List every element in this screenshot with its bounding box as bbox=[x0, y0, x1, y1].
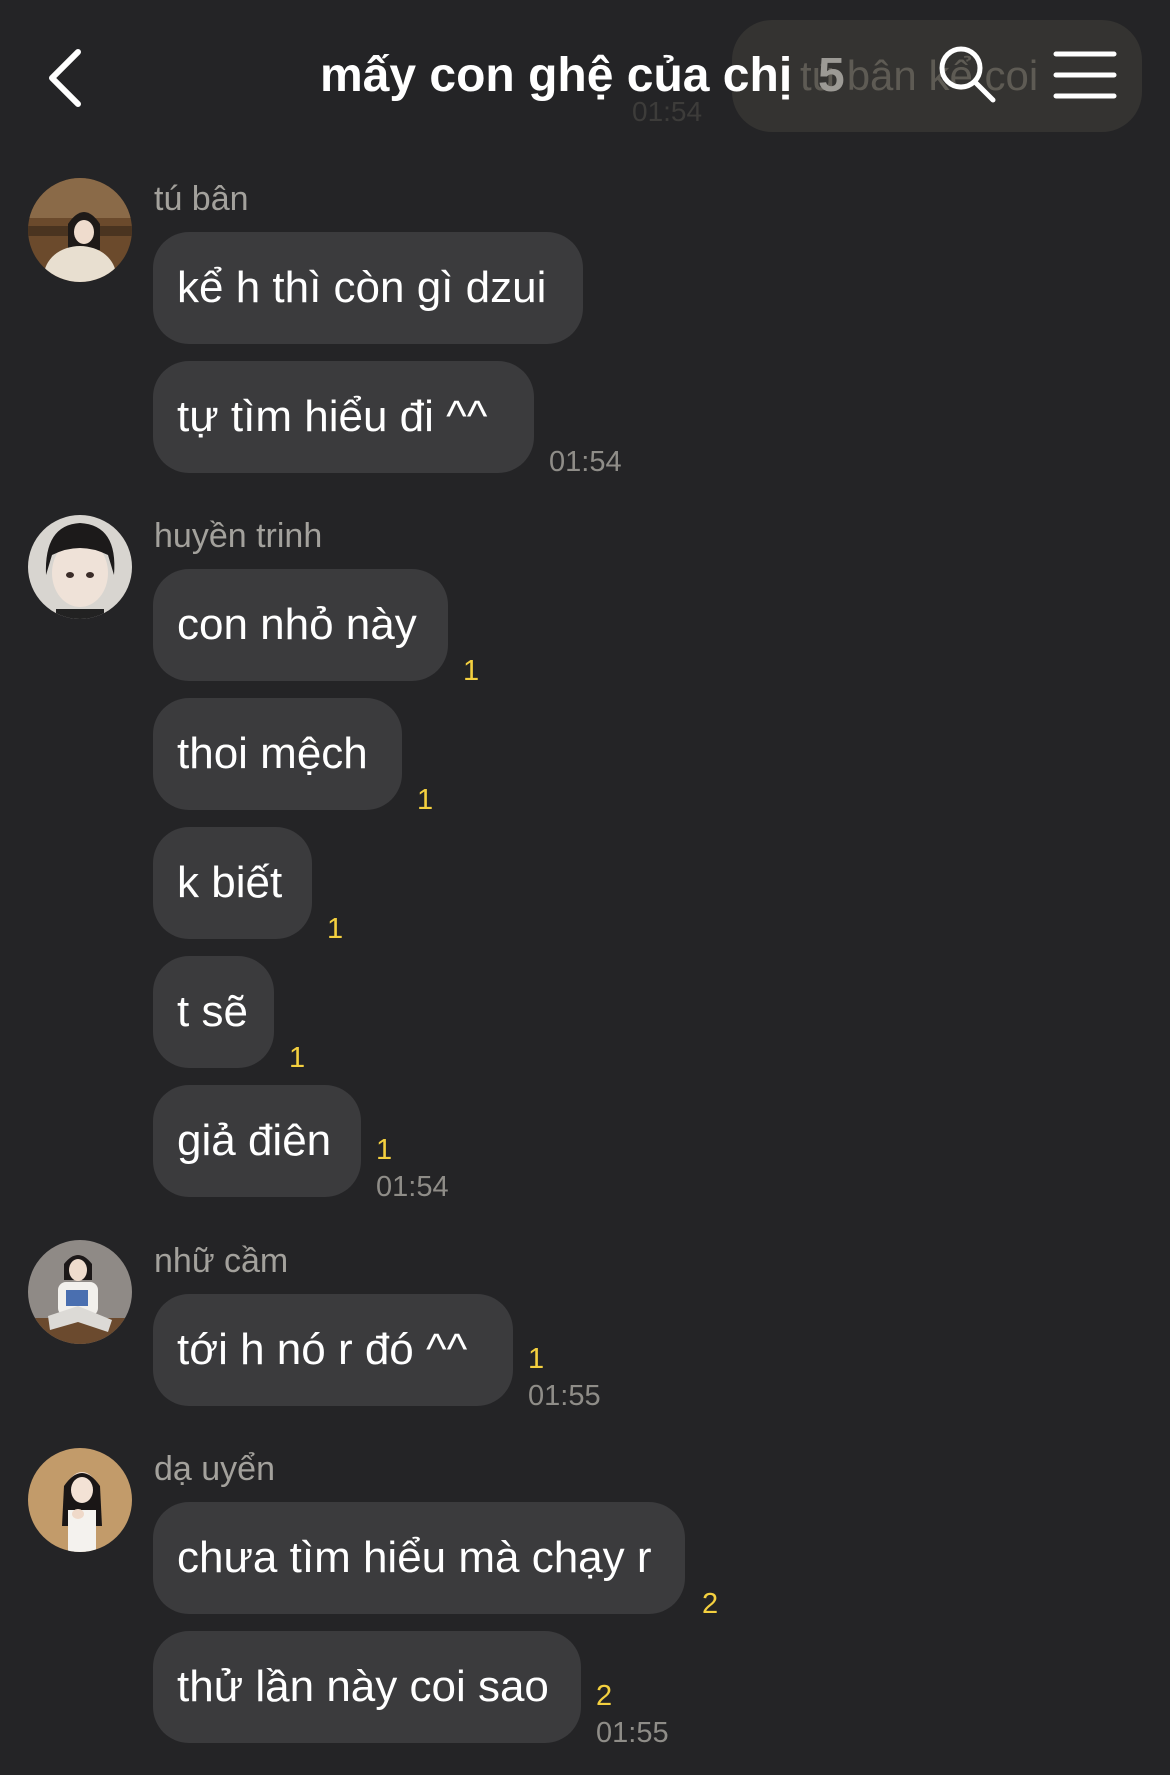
unread-count: 1 bbox=[463, 655, 480, 687]
unread-count: 2 bbox=[596, 1680, 613, 1712]
member-count: 5 bbox=[818, 49, 845, 102]
avatar-huyen-trinh[interactable] bbox=[28, 515, 132, 619]
message-time: 01:55 bbox=[528, 1380, 601, 1412]
message-bubble[interactable]: thoi mệch bbox=[153, 698, 402, 810]
unread-count: 2 bbox=[702, 1588, 719, 1620]
message-time: 01:55 bbox=[596, 1717, 669, 1749]
avatar-nhu-cam[interactable] bbox=[28, 1240, 132, 1344]
menu-button[interactable] bbox=[1052, 48, 1118, 102]
chevron-left-icon bbox=[49, 49, 81, 107]
chat-title: mấy con ghệ của chị bbox=[320, 49, 793, 102]
back-button[interactable] bbox=[40, 40, 100, 120]
message-bubble[interactable]: t sẽ bbox=[153, 956, 274, 1068]
message-bubble[interactable]: k biết bbox=[153, 827, 312, 939]
message-bubble[interactable]: chưa tìm hiểu mà chạy r bbox=[153, 1502, 685, 1614]
search-button[interactable] bbox=[935, 42, 999, 106]
chat-screen: tú bân kể coi 01:54 mấy con ghệ của chị … bbox=[0, 0, 1170, 1775]
search-icon bbox=[939, 46, 996, 103]
avatar-photo bbox=[28, 178, 132, 282]
message-bubble[interactable]: con nhỏ này bbox=[153, 569, 448, 681]
message-bubble[interactable]: thử lần này coi sao bbox=[153, 1631, 581, 1743]
avatar-tu-ban[interactable] bbox=[28, 178, 132, 282]
avatar-photo bbox=[28, 1448, 132, 1552]
avatar-photo bbox=[28, 1240, 132, 1344]
unread-count: 1 bbox=[327, 913, 344, 945]
sender-name: dạ uyển bbox=[154, 1450, 275, 1488]
unread-count: 1 bbox=[376, 1134, 393, 1166]
unread-count: 1 bbox=[528, 1343, 545, 1375]
message-bubble[interactable]: tự tìm hiểu đi ^^ bbox=[153, 361, 534, 473]
message-bubble[interactable]: giả điên bbox=[153, 1085, 361, 1197]
avatar-photo bbox=[28, 515, 132, 619]
message-bubble[interactable]: tới h nó r đó ^^ bbox=[153, 1294, 513, 1406]
message-time: 01:54 bbox=[376, 1171, 449, 1203]
chat-header: mấy con ghệ của chị 5 bbox=[0, 0, 1170, 150]
hamburger-menu-icon bbox=[1053, 51, 1117, 99]
unread-count: 1 bbox=[289, 1042, 306, 1074]
message-bubble[interactable]: kể h thì còn gì dzui bbox=[153, 232, 583, 344]
message-time: 01:54 bbox=[549, 446, 622, 478]
sender-name: huyền trinh bbox=[154, 517, 323, 555]
avatar-da-uyen[interactable] bbox=[28, 1448, 132, 1552]
sender-name: nhữ cầm bbox=[154, 1242, 289, 1280]
unread-count: 1 bbox=[417, 784, 434, 816]
sender-name: tú bân bbox=[154, 180, 249, 218]
